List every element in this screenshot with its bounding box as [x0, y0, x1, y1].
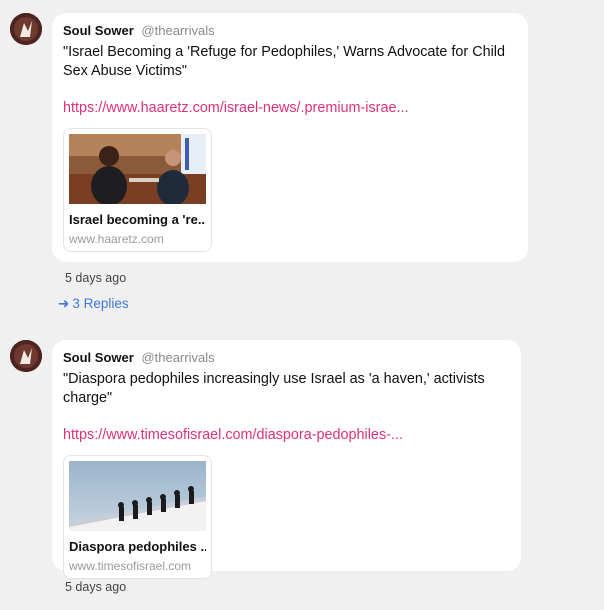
card-domain: www.haaretz.com	[69, 232, 164, 246]
card-domain: www.timesofisrael.com	[69, 559, 192, 573]
card-title: Israel becoming a 're...	[69, 212, 206, 227]
avatar-image	[10, 340, 42, 372]
post-text: "Israel Becoming a 'Refuge for Pedophile…	[63, 44, 506, 79]
replies-label: 3 Replies	[72, 296, 129, 311]
link-preview-card[interactable]: Israel becoming a 're... www.haaretz.com	[63, 128, 212, 252]
avatar[interactable]	[10, 340, 42, 372]
post-bubble: Soul Sower @thearrivals "Israel Becoming…	[52, 13, 528, 262]
avatar[interactable]	[10, 13, 42, 45]
replies-link[interactable]: ➜ 3 Replies	[58, 296, 129, 312]
post-timestamp[interactable]: 5 days ago	[65, 271, 126, 285]
author-name[interactable]: Soul Sower	[63, 23, 134, 38]
preview-image	[69, 461, 206, 531]
post-link[interactable]: https://www.timesofisrael.com/diaspora-p…	[63, 426, 511, 445]
link-preview-card[interactable]: Diaspora pedophiles ... www.timesofisrae…	[63, 455, 212, 579]
preview-image	[69, 134, 206, 204]
avatar-image	[10, 13, 42, 45]
post-link[interactable]: https://www.haaretz.com/israel-news/.pre…	[63, 99, 518, 118]
author-handle[interactable]: @thearrivals	[141, 350, 214, 365]
reply-arrow-icon: ➜	[58, 296, 70, 311]
card-title: Diaspora pedophiles ...	[69, 539, 206, 554]
author-name[interactable]: Soul Sower	[63, 350, 134, 365]
post-timestamp[interactable]: 5 days ago	[65, 580, 126, 594]
author-handle[interactable]: @thearrivals	[141, 23, 214, 38]
post-text: "Diaspora pedophiles increasingly use Is…	[63, 371, 485, 406]
post-bubble: Soul Sower @thearrivals "Diaspora pedoph…	[52, 340, 521, 579]
